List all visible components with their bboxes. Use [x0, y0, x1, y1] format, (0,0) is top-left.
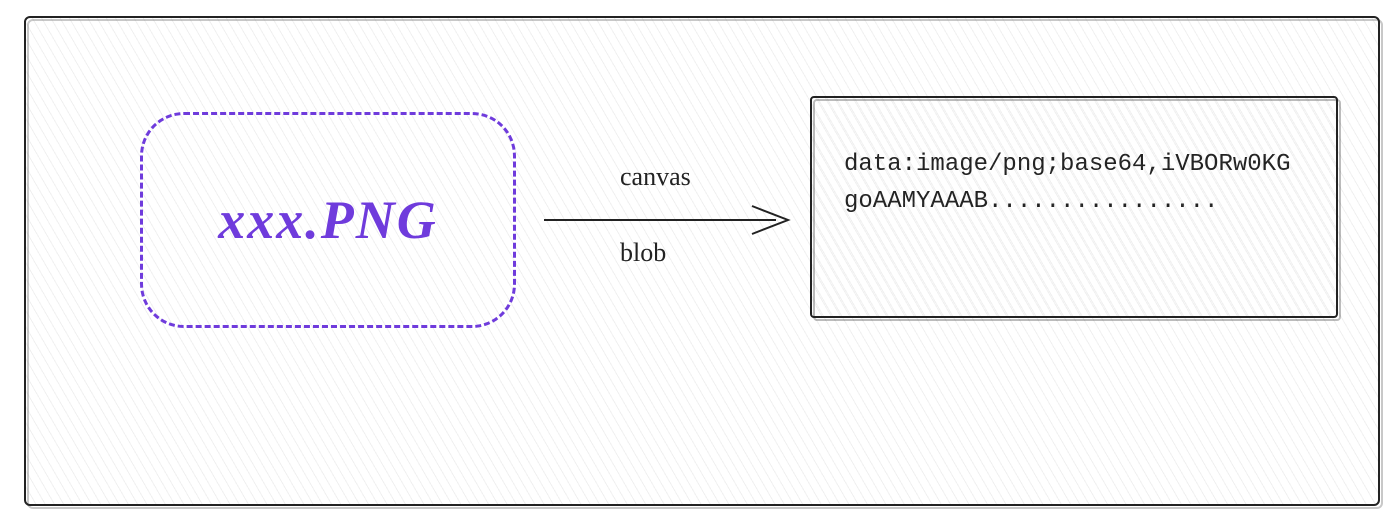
- source-file-label: xxx.PNG: [218, 189, 437, 251]
- output-data-uri-text: data:image/png;base64,iVBORw0KGgoAAMYAAA…: [844, 151, 1290, 215]
- source-file-node: xxx.PNG: [140, 112, 516, 328]
- output-data-uri-node: data:image/png;base64,iVBORw0KGgoAAMYAAA…: [810, 96, 1338, 318]
- arrow-label-canvas: canvas: [620, 162, 691, 192]
- arrow-icon: [540, 200, 800, 240]
- arrow-label-blob: blob: [620, 238, 666, 268]
